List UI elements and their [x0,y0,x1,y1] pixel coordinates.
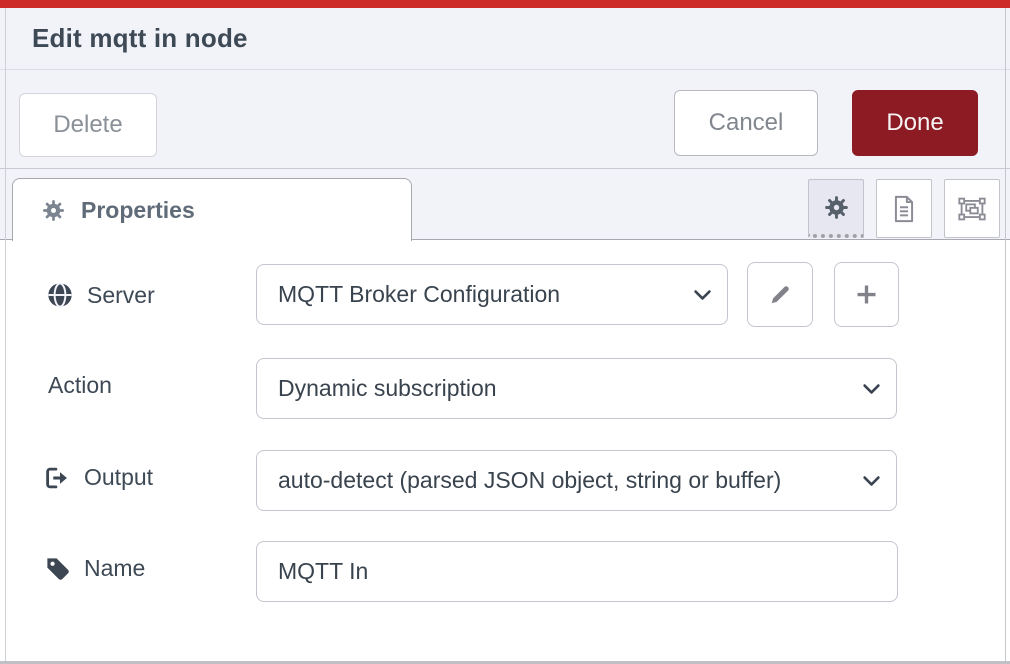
action-label-text: Action [48,372,112,399]
server-label-text: Server [87,282,155,309]
editor-tab-bar: Properties [0,169,1010,240]
tab-button-appearance[interactable] [944,179,1000,238]
edit-server-button[interactable] [747,262,813,327]
server-field-label: Server [46,281,155,309]
chevron-down-icon [691,283,714,306]
chevron-down-icon [860,377,883,400]
add-server-button[interactable] [834,262,899,327]
output-select-value: auto-detect (parsed JSON object, string … [278,467,860,494]
action-select-value: Dynamic subscription [278,375,860,402]
name-label-text: Name [84,555,145,582]
name-input[interactable] [256,541,898,602]
delete-button[interactable]: Delete [19,93,157,157]
server-select[interactable]: MQTT Broker Configuration [256,264,728,325]
output-label-text: Output [84,464,153,491]
server-select-value: MQTT Broker Configuration [278,281,691,308]
output-select[interactable]: auto-detect (parsed JSON object, string … [256,450,897,511]
done-button[interactable]: Done [852,90,978,156]
file-icon [890,194,918,224]
name-field-label: Name [44,555,145,582]
tab-properties-label: Properties [81,197,195,224]
plus-icon [853,281,880,308]
top-accent-bar [0,0,1010,8]
tab-button-description[interactable] [876,179,932,238]
tab-properties[interactable]: Properties [12,178,412,241]
gear-icon [41,198,66,223]
output-field-label: Output [42,464,153,491]
gear-icon [823,194,850,221]
chevron-down-icon [860,469,883,492]
tag-icon [44,555,71,582]
sign-out-icon [42,465,71,491]
panel-left-border [5,8,6,664]
dialog-header: Edit mqtt in node [0,8,1010,70]
edit-node-dialog: Edit mqtt in node Delete Cancel Done [0,0,1010,664]
globe-icon [46,281,74,309]
action-field-label: Action [48,372,112,399]
dialog-action-bar: Delete Cancel Done [0,70,1010,169]
object-group-icon [957,195,987,223]
tab-button-properties[interactable] [808,179,864,238]
action-select[interactable]: Dynamic subscription [256,358,897,419]
dialog-title: Edit mqtt in node [32,23,248,54]
panel-right-border [1005,8,1006,664]
cancel-button[interactable]: Cancel [674,90,818,156]
pencil-icon [767,281,794,308]
